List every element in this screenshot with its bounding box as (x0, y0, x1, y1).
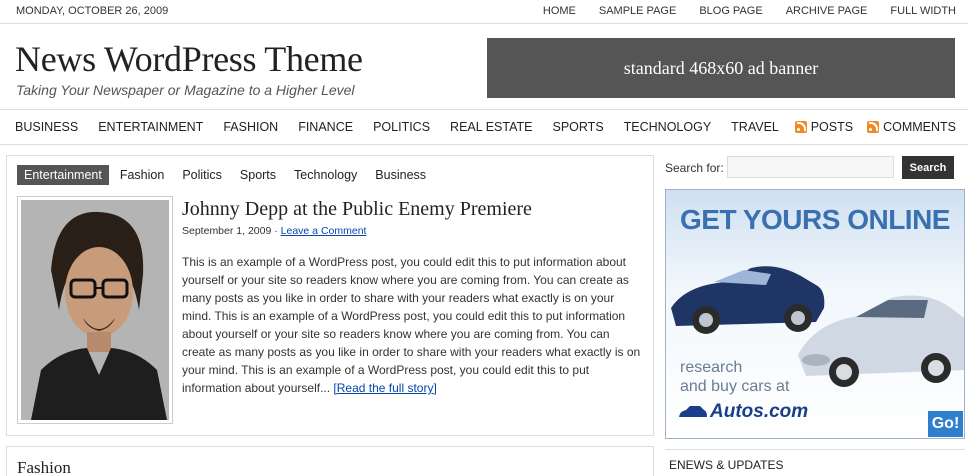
sidebar-car-ad[interactable]: GET YOURS ONLINE research and buy cars a… (665, 189, 965, 439)
ad-tagline: research and buy cars at (680, 358, 789, 396)
header-ad-banner[interactable]: standard 468x60 ad banner (487, 38, 955, 98)
ad-tagline-line2: and buy cars at (680, 378, 790, 395)
posts-feed-label: POSTS (810, 120, 854, 134)
top-bar: MONDAY, OCTOBER 26, 2009 HOME SAMPLE PAG… (0, 0, 968, 24)
meta-separator: · (274, 225, 278, 237)
top-link-blog-page[interactable]: BLOG PAGE (699, 5, 762, 17)
top-link-archive-page[interactable]: ARCHIVE PAGE (786, 5, 868, 17)
category-travel[interactable]: TRAVEL (731, 120, 779, 134)
category-fashion[interactable]: FASHION (223, 120, 278, 134)
comments-feed-label: COMMENTS (883, 120, 956, 134)
ad-brand: Autos.com (678, 401, 808, 423)
tab-technology[interactable]: Technology (287, 165, 364, 185)
top-link-sample-page[interactable]: SAMPLE PAGE (599, 5, 676, 17)
tab-politics[interactable]: Politics (175, 165, 229, 185)
feed-links: POSTS COMMENTS (781, 120, 956, 134)
ad-tagline-line1: research (680, 359, 743, 376)
post-date: September 1, 2009 (182, 225, 272, 237)
category-politics[interactable]: POLITICS (373, 120, 430, 134)
rss-icon (867, 121, 880, 133)
tab-sports[interactable]: Sports (233, 165, 283, 185)
ad-brand-name: Autos.com (710, 401, 809, 422)
section-title: Fashion (17, 458, 71, 476)
tab-fashion[interactable]: Fashion (113, 165, 171, 185)
category-business[interactable]: BUSINESS (15, 120, 78, 134)
read-more-link[interactable]: [Read the full story] (333, 381, 436, 395)
post-excerpt: This is an example of a WordPress post, … (182, 253, 642, 397)
featured-content: Entertainment Fashion Politics Sports Te… (6, 155, 654, 436)
search-form: Search for: Search (665, 156, 955, 179)
category-finance[interactable]: FINANCE (298, 120, 353, 134)
search-label: Search for: (665, 161, 724, 175)
top-link-full-width[interactable]: FULL WIDTH (890, 5, 956, 17)
car-icon (679, 406, 707, 417)
top-navigation: HOME SAMPLE PAGE BLOG PAGE ARCHIVE PAGE … (520, 5, 956, 17)
post-title[interactable]: Johnny Depp at the Public Enemy Premiere (182, 198, 532, 221)
site-title[interactable]: News WordPress Theme (15, 38, 363, 80)
post-meta: September 1, 2009 · Leave a Comment (182, 225, 366, 237)
tab-entertainment[interactable]: Entertainment (17, 165, 109, 185)
search-input[interactable] (727, 156, 894, 178)
top-link-home[interactable]: HOME (543, 5, 576, 17)
fashion-section: Fashion (6, 446, 654, 476)
category-technology[interactable]: TECHNOLOGY (624, 120, 712, 134)
rss-icon (794, 121, 807, 133)
current-date: MONDAY, OCTOBER 26, 2009 (16, 5, 169, 17)
post-thumbnail[interactable] (17, 196, 173, 424)
posts-feed-link[interactable]: POSTS (794, 120, 854, 134)
search-button[interactable]: Search (902, 156, 954, 179)
featured-tabs: Entertainment Fashion Politics Sports Te… (17, 165, 437, 185)
comments-feed-link[interactable]: COMMENTS (867, 120, 956, 134)
category-navigation: BUSINESS ENTERTAINMENT FASHION FINANCE P… (0, 109, 968, 145)
category-sports[interactable]: SPORTS (552, 120, 603, 134)
category-entertainment[interactable]: ENTERTAINMENT (98, 120, 203, 134)
category-real-estate[interactable]: REAL ESTATE (450, 120, 532, 134)
post-excerpt-text: This is an example of a WordPress post, … (182, 255, 641, 395)
portrait-image (21, 200, 169, 420)
category-items: BUSINESS ENTERTAINMENT FASHION FINANCE P… (15, 120, 799, 134)
enews-title: ENEWS & UPDATES (669, 458, 784, 472)
leave-comment-link[interactable]: Leave a Comment (281, 225, 367, 237)
enews-widget: ENEWS & UPDATES (665, 449, 965, 476)
tab-business[interactable]: Business (368, 165, 433, 185)
site-description: Taking Your Newspaper or Magazine to a H… (16, 82, 355, 98)
ad-go-button[interactable]: Go! (927, 410, 964, 438)
